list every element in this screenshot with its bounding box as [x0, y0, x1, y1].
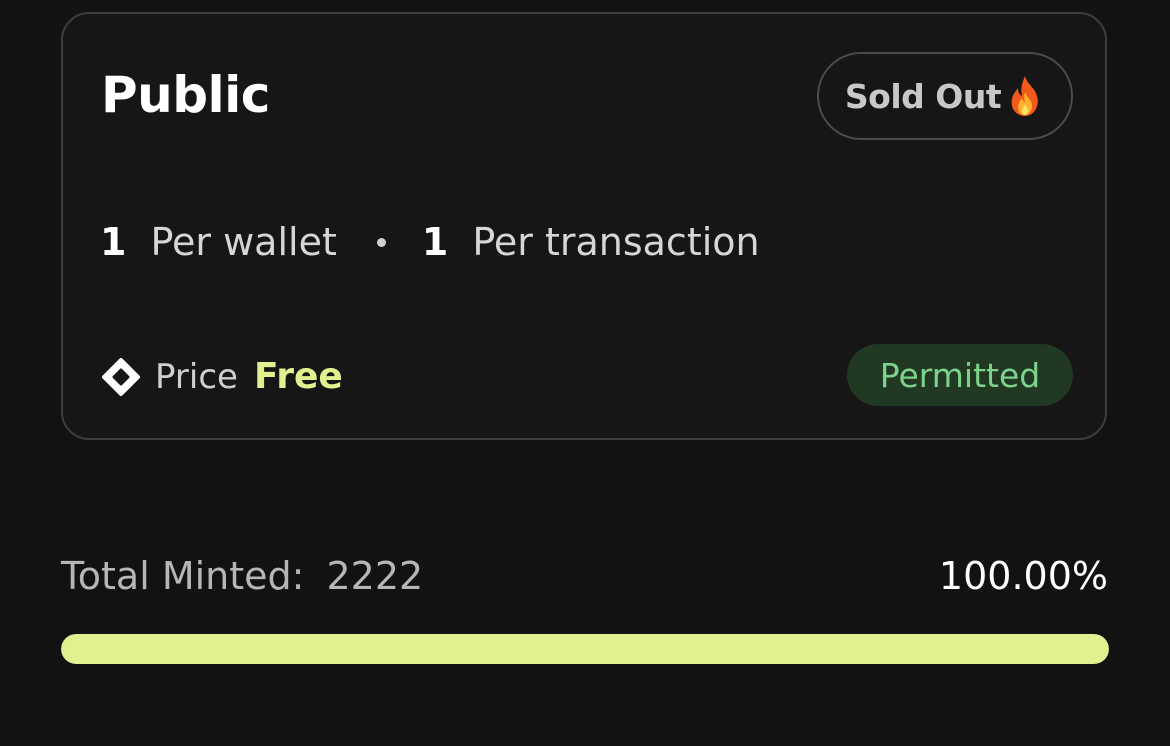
total-minted-value: 2222	[326, 554, 424, 598]
sold-out-label: Sold Out	[844, 76, 1002, 116]
price-value: Free	[253, 356, 343, 397]
per-transaction-count: 1	[421, 220, 449, 264]
per-wallet-count: 1	[100, 220, 127, 264]
per-wallet-label: Per wallet	[150, 220, 337, 264]
public-phase-card: Public Sold Out 1 Per wallet 1 Per trans…	[61, 12, 1107, 440]
diamond-icon	[101, 357, 141, 397]
mint-progress-fill	[61, 634, 1109, 664]
total-minted: Total Minted: 2222	[61, 554, 423, 598]
fire-icon	[1005, 74, 1045, 118]
permitted-label: Permitted	[879, 355, 1041, 395]
per-transaction-label: Per transaction	[472, 220, 760, 264]
mint-limits: 1 Per wallet 1 Per transaction	[100, 220, 760, 264]
price-label: Price	[155, 356, 238, 397]
separator-dot	[376, 237, 386, 247]
total-minted-label: Total Minted:	[61, 554, 305, 598]
phase-title: Public	[101, 66, 270, 124]
mint-progress-bar	[61, 634, 1109, 664]
permitted-badge: Permitted	[847, 344, 1073, 406]
sold-out-badge: Sold Out	[817, 52, 1073, 140]
price-row: Price Free	[101, 356, 343, 397]
minted-percent: 100.00%	[938, 554, 1108, 598]
